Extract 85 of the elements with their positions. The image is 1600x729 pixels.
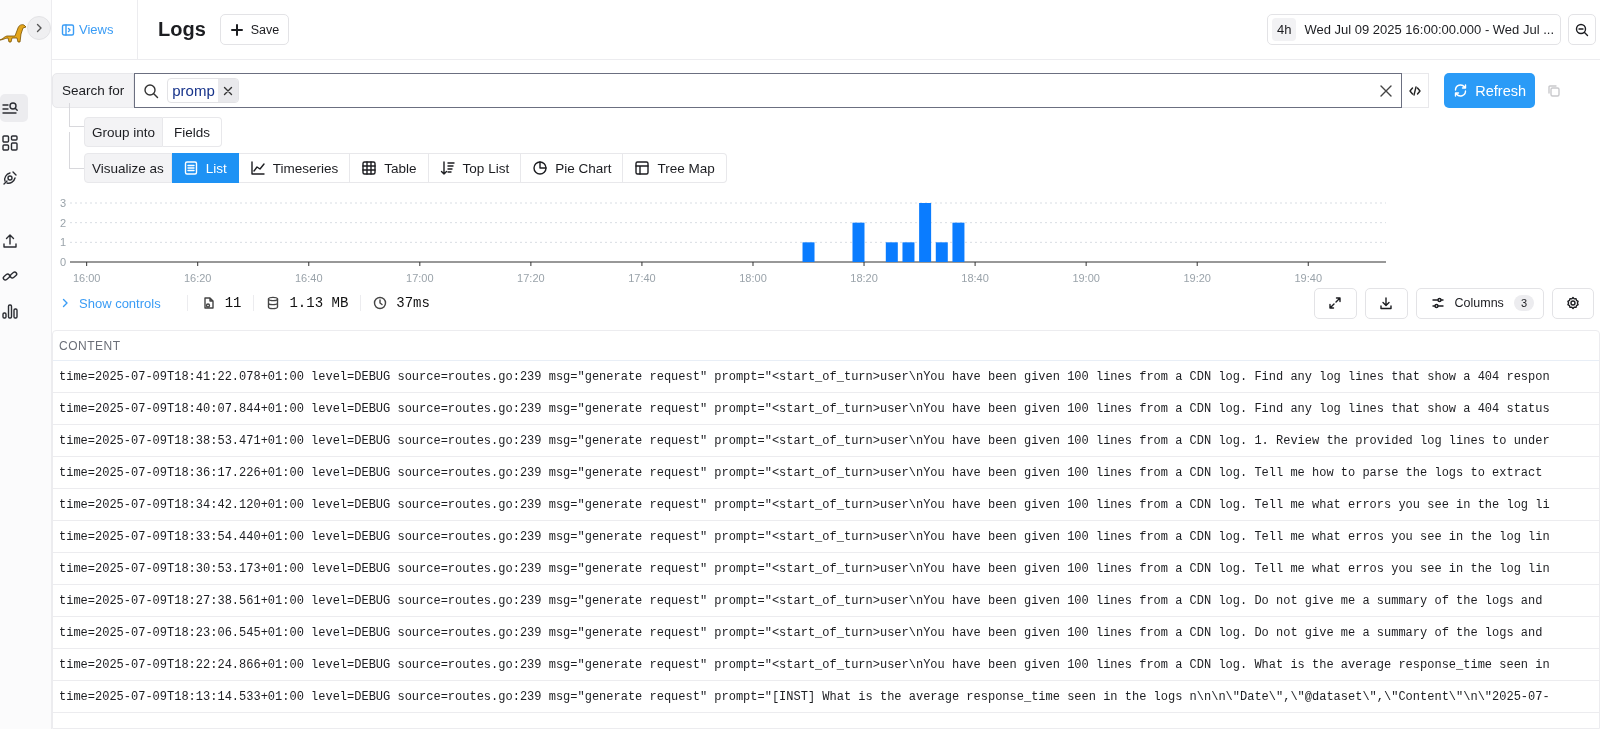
data-size: 1.13 MB	[289, 295, 349, 311]
bar-chart-icon	[1, 302, 19, 320]
log-line[interactable]: time=2025-07-09T18:41:22.078+01:00 level=DEBUG source=routes.go:239 msg="generate request" prompt="<start_of_turn>user\nYou have been given 100 lines from a CDN log. Find any log lines that show a 404 respon	[59, 369, 1550, 384]
line-chart-icon	[249, 160, 266, 176]
group-into-label: Group into	[84, 117, 164, 147]
download-icon	[1379, 296, 1394, 310]
x-tick-label: 18:40	[961, 272, 989, 284]
sort-icon	[439, 160, 456, 176]
x-tick-label: 16:40	[295, 272, 323, 284]
sidebar-panel-icon	[61, 22, 75, 37]
y-tick-label: 1	[59, 236, 66, 249]
visualization-tab[interactable]: Table	[350, 153, 429, 183]
log-line[interactable]: time=2025-07-09T18:33:54.440+01:00 level=DEBUG source=routes.go:239 msg="generate request" prompt="<start_of_turn>user\nYou have been given 100 lines from a CDN log. Tell me what erros you see in the log lin	[59, 529, 1550, 544]
refresh-icon	[1453, 83, 1469, 98]
close-icon	[222, 85, 233, 96]
settings-icon	[1566, 296, 1580, 310]
document-icon	[201, 296, 216, 310]
log-line[interactable]: time=2025-07-09T18:38:53.471+01:00 level=DEBUG source=routes.go:239 msg="generate request" prompt="<start_of_turn>user\nYou have been given 100 lines from a CDN log. 1. Review the provided log lines to under	[59, 433, 1550, 448]
search-token[interactable]: promp	[167, 78, 239, 103]
upload-icon	[1, 232, 19, 250]
list-icon	[182, 160, 199, 176]
dinosaur-logo-icon	[0, 22, 26, 44]
time-range-label: Wed Jul 09 2025 16:00:00.000 - Wed Jul ...	[1304, 22, 1554, 37]
x-tick-label: 16:20	[183, 272, 212, 284]
code-view-button[interactable]	[1402, 73, 1430, 108]
log-line[interactable]: time=2025-07-09T18:36:17.226+01:00 level=DEBUG source=routes.go:239 msg="generate request" prompt="<start_of_turn>user\nYou have been given 100 lines from a CDN log. Tell me how to parse the logs to extract	[59, 465, 1543, 480]
result-count: 11	[224, 295, 242, 311]
plus-icon	[229, 22, 244, 37]
search-list-icon	[1, 99, 19, 117]
x-tick-label: 18:00	[739, 272, 767, 284]
settings-button[interactable]	[1552, 287, 1594, 319]
log-line[interactable]: time=2025-07-09T18:23:06.545+01:00 level=DEBUG source=routes.go:239 msg="generate request" prompt="<start_of_turn>user\nYou have been given 100 lines from a CDN log. Do not give me a summary of the logs and	[59, 625, 1543, 640]
y-tick-label: 2	[59, 216, 66, 229]
y-tick-label: 0	[59, 256, 66, 268]
x-tick-label: 19:40	[1294, 272, 1323, 284]
code-icon	[1408, 83, 1423, 98]
page-title: Logs	[158, 18, 206, 41]
zoom-out-button[interactable]	[1568, 14, 1596, 45]
visualization-tab[interactable]: Pie Chart	[521, 153, 624, 183]
search-label: Search for	[52, 73, 135, 108]
y-tick-label: 3	[59, 197, 66, 209]
log-line[interactable]: time=2025-07-09T18:27:38.561+01:00 level=DEBUG source=routes.go:239 msg="generate request" prompt="<start_of_turn>user\nYou have been given 100 lines from a CDN log. Do not give me a summary of the logs and	[59, 593, 1543, 608]
time-range-picker[interactable]: 4h Wed Jul 09 2025 16:00:00.000 - Wed Jul ...	[1266, 14, 1561, 45]
x-tick-label: 17:00	[406, 272, 434, 284]
visualization-tab[interactable]: Top List	[428, 153, 522, 183]
save-button[interactable]: Save	[219, 14, 290, 45]
x-tick-label: 19:00	[1072, 272, 1100, 284]
log-line[interactable]: time=2025-07-09T18:13:14.533+01:00 level=DEBUG source=routes.go:239 msg="generate request" prompt="[INST] What is the average response_time seen in the logs n\n\n\"Date\",\"@dataset\",\"Content\"\n\"2025-07-	[59, 689, 1550, 704]
x-tick-label: 18:20	[850, 272, 878, 284]
x-tick-label: 16:00	[72, 272, 101, 284]
column-header[interactable]: CONTENT	[59, 338, 121, 353]
layout-icon	[634, 160, 651, 176]
log-line[interactable]: time=2025-07-09T18:30:53.173+01:00 level=DEBUG source=routes.go:239 msg="generate request" prompt="<start_of_turn>user\nYou have been given 100 lines from a CDN log. Tell me what erros you see in the log lin	[59, 561, 1550, 576]
visualization-tab[interactable]: Timeseries	[238, 153, 351, 183]
chevron-right-icon	[60, 298, 70, 308]
grid-icon	[1, 134, 19, 152]
pie-chart-icon	[532, 160, 549, 176]
x-tick-label: 17:40	[628, 272, 656, 284]
log-line[interactable]: time=2025-07-09T18:22:24.866+01:00 level=DEBUG source=routes.go:239 msg="generate request" prompt="<start_of_turn>user\nYou have been given 100 lines from a CDN log. What is the average response_time seen in	[59, 657, 1550, 672]
columns-button[interactable]: Columns 3	[1415, 287, 1544, 319]
chevron-right-icon	[34, 23, 44, 33]
download-button[interactable]	[1364, 287, 1408, 319]
search-field[interactable]: promp	[134, 73, 1403, 108]
x-tick-label: 19:20	[1183, 272, 1211, 284]
sliders-icon	[1430, 296, 1445, 310]
table-icon	[361, 160, 378, 176]
visualization-tab[interactable]: Tree Map	[623, 153, 727, 183]
clear-icon	[1379, 83, 1394, 98]
sidebar-item[interactable]	[0, 94, 28, 122]
time-preset-label: 4h	[1271, 18, 1297, 41]
search-icon	[143, 82, 160, 99]
log-line[interactable]: time=2025-07-09T18:34:42.120+01:00 level=DEBUG source=routes.go:239 msg="generate request" prompt="<start_of_turn>user\nYou have been given 100 lines from a CDN log. Tell me what errors you see in the log li	[59, 497, 1550, 512]
x-tick-label: 17:20	[517, 272, 545, 284]
database-icon	[266, 296, 281, 310]
expand-icon	[1328, 296, 1343, 310]
clock-icon	[373, 296, 388, 310]
query-duration: 37ms	[396, 295, 430, 311]
copy-icon	[1547, 83, 1562, 98]
log-line[interactable]: time=2025-07-09T18:40:07.844+01:00 level=DEBUG source=routes.go:239 msg="generate request" prompt="<start_of_turn>user\nYou have been given 100 lines from a CDN log. Find any log lines that show a 404 status	[59, 401, 1550, 416]
group-into-selector[interactable]: Fields	[163, 117, 223, 147]
fullscreen-button[interactable]	[1313, 287, 1357, 319]
zoom-out-icon	[1575, 22, 1589, 37]
column-count-badge: 3	[1513, 295, 1534, 311]
token-text: promp	[171, 82, 216, 99]
visualize-as-label: Visualize as	[84, 153, 172, 183]
